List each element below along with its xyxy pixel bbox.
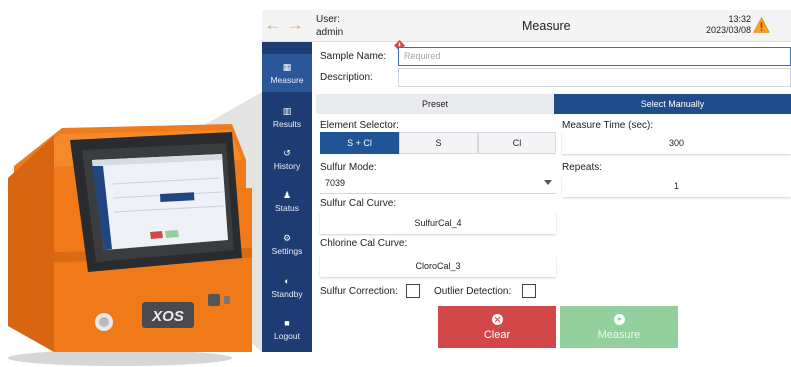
sidebar-item-label: Logout [274,330,300,341]
page-title: Measure [522,19,571,33]
sidebar-item-label: History [273,160,301,171]
sidebar-item-results[interactable]: ▥ Results [262,98,312,136]
clear-button-label: Clear [483,328,511,341]
xos-logo-text: XOS [151,308,184,325]
measure-button[interactable]: Measure [560,306,678,348]
chlorine-cal-curve-field[interactable]: CloroCal_3 [320,255,556,277]
clear-button[interactable]: Clear [438,306,556,348]
element-option-cl[interactable]: Cl [478,132,556,154]
sulfur-mode-label: Sulfur Mode: [320,162,377,173]
repeats-label: Repeats: [562,162,603,173]
outlier-detection-label: Outlier Detection: [434,286,512,297]
sidebar-item-settings[interactable]: ⚙ Settings [262,225,312,263]
sidebar-item-label: Results [272,118,302,129]
sulfur-correction-checkbox[interactable] [406,284,420,298]
status-icon: ♟ [282,189,292,200]
sidebar-item-measure[interactable]: ▦ Measure [262,54,312,92]
sidebar: ▦ Measure ▥ Results ↺ History ♟ Status ⚙… [262,42,312,352]
measure-icon: ▦ [282,61,292,72]
logout-icon: ■ [284,317,290,328]
top-bar: ← → User: admin Measure 13:32 2023/03/08 [262,10,791,42]
warning-icon[interactable] [753,17,770,34]
settings-icon: ⚙ [282,232,292,243]
sulfur-cal-curve-label: Sulfur Cal Curve: [320,198,397,209]
repeats-value: 1 [673,181,679,191]
sulfur-correction-label: Sulfur Correction: [320,286,398,297]
sidebar-item-history[interactable]: ↺ History [262,140,312,178]
tab-select-manually[interactable]: Select Manually [554,94,791,114]
sample-name-input[interactable]: Required [398,47,791,66]
device-illustration: XOS [8,92,262,366]
sidebar-item-label: Measure [270,74,304,85]
sidebar-item-label: Status [274,202,300,213]
clock-time: 13:32 [728,14,751,24]
measure-time-label: Measure Time (sec): [562,120,654,131]
sample-name-label: Sample Name: [320,51,387,62]
tab-preset[interactable]: Preset [316,94,554,114]
results-icon: ▥ [282,105,292,116]
description-label: Description: [320,72,373,83]
description-input[interactable] [398,68,791,87]
element-option-label: S [435,138,442,148]
sidebar-item-logout[interactable]: ■ Logout [262,310,312,348]
play-icon [613,313,625,325]
user-name: admin [316,27,344,38]
element-option-s-cl[interactable]: S + Cl [320,132,399,154]
sulfur-mode-dropdown[interactable]: 7039 [320,175,556,194]
element-option-label: Cl [512,138,522,148]
element-option-label: S + Cl [347,138,372,148]
clock-date: 2023/03/08 [705,25,751,35]
measure-time-field[interactable]: 300 [562,132,791,154]
sidebar-item-label: Standby [271,288,303,299]
sidebar-item-standby[interactable]: ◐ Standby [262,268,312,306]
repeats-field[interactable]: 1 [562,175,791,197]
chlorine-cal-curve-label: Chlorine Cal Curve: [320,238,408,249]
element-option-s[interactable]: S [399,132,478,154]
clear-x-icon [491,313,503,325]
xos-analyzer-device: XOS [0,0,262,367]
outlier-detection-checkbox[interactable] [522,284,536,298]
forward-arrow-icon[interactable]: → [286,15,304,34]
user-label: User: [316,14,340,25]
back-arrow-icon[interactable]: ← [264,15,282,34]
measure-button-label: Measure [597,328,641,341]
measure-screen: ← → User: admin Measure 13:32 2023/03/08… [262,10,791,352]
sulfur-cal-curve-value: SulfurCal_4 [414,218,462,228]
sulfur-mode-value: 7039 [325,178,346,188]
chlorine-cal-curve-value: CloroCal_3 [415,261,461,271]
measure-time-value: 300 [668,138,685,148]
sample-name-placeholder: Required [404,51,441,61]
chevron-down-icon [544,180,552,185]
sidebar-item-label: Settings [271,245,303,256]
sidebar-item-status[interactable]: ♟ Status [262,182,312,220]
history-icon: ↺ [283,147,291,158]
standby-icon: ◐ [284,275,290,286]
sulfur-cal-curve-field[interactable]: SulfurCal_4 [320,212,556,234]
tab-select-manually-label: Select Manually [640,99,705,109]
tab-preset-label: Preset [421,99,448,109]
element-selector-label: Element Selector: [320,120,399,131]
